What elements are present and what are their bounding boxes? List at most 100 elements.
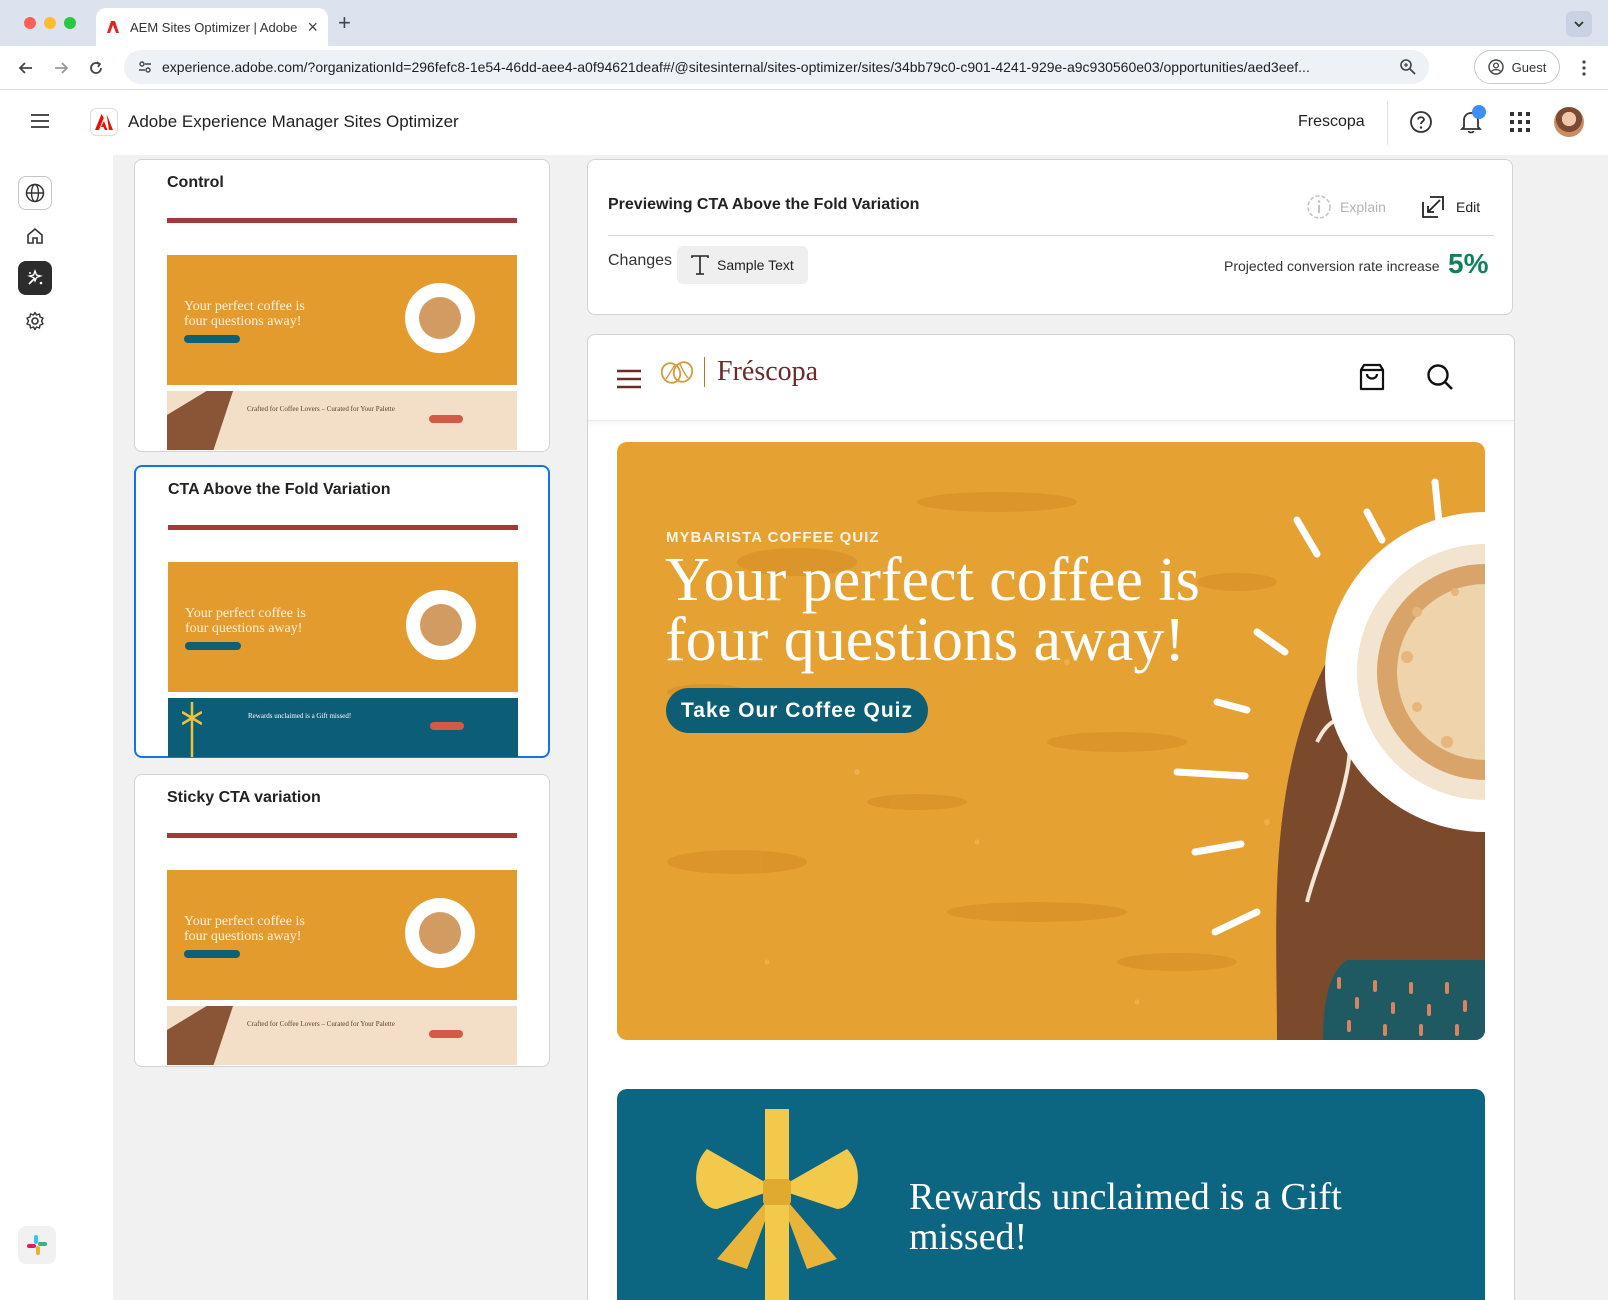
hamburger-menu-icon[interactable]	[30, 113, 50, 129]
site-settings-icon[interactable]	[136, 58, 154, 76]
globe-icon	[25, 183, 45, 203]
site-brand: Fréscopa	[704, 357, 818, 387]
cart-icon[interactable]	[1358, 362, 1386, 392]
adobe-favicon-icon	[107, 21, 119, 33]
preview-title: Previewing CTA Above the Fold Variation	[608, 196, 920, 213]
header-divider	[1387, 101, 1388, 145]
variant-card-control[interactable]: Control Your perfect coffee is four ques…	[134, 159, 550, 452]
variant-list: Control Your perfect coffee is four ques…	[113, 155, 569, 1300]
app-title: Adobe Experience Manager Sites Optimizer	[128, 112, 459, 131]
app-header: Adobe Experience Manager Sites Optimizer…	[0, 91, 1608, 155]
chevron-down-icon	[1574, 21, 1584, 28]
preview-header: Previewing CTA Above the Fold Variation …	[587, 159, 1513, 315]
url-text: experience.adobe.com/?organizationId=296…	[162, 59, 1310, 75]
close-window-button[interactable]	[24, 17, 36, 29]
changes-label: Changes	[608, 252, 673, 269]
rail-item-home[interactable]	[18, 219, 52, 253]
arrow-right-icon	[55, 62, 69, 74]
site-logo[interactable]: Fréscopa	[660, 357, 818, 387]
thumb-heading: Your perfect coffee is four questions aw…	[185, 606, 306, 636]
help-icon	[1410, 111, 1432, 133]
new-tab-button[interactable]: +	[338, 10, 351, 36]
settings-icon	[26, 311, 44, 331]
tab-title: AEM Sites Optimizer | Adobe	[130, 19, 298, 35]
thumb-heading: Your perfect coffee is four questions aw…	[184, 914, 305, 944]
arrow-left-icon	[18, 62, 32, 74]
gift-bow-icon	[182, 702, 202, 757]
slack-button[interactable]	[18, 1226, 56, 1264]
search-icon[interactable]	[1426, 362, 1454, 392]
coffee-bean-logo-icon	[660, 361, 694, 384]
home-icon	[27, 227, 43, 244]
browser-toolbar: experience.adobe.com/?organizationId=296…	[0, 46, 1608, 90]
site-preview-frame: Fréscopa MYBARISTA COFFEE QUIZ Your perf…	[587, 334, 1515, 1300]
edit-button[interactable]: Edit	[1420, 194, 1480, 220]
take-quiz-button[interactable]: Take Our Coffee Quiz	[666, 688, 928, 733]
explain-label: Explain	[1340, 199, 1386, 215]
thumb-banner-text: Crafted for Coffee Lovers – Curated for …	[247, 405, 395, 413]
projected-label: Projected conversion rate increase	[1224, 258, 1440, 274]
back-button[interactable]	[16, 58, 36, 78]
reload-icon	[90, 61, 102, 74]
guest-label: Guest	[1511, 59, 1547, 75]
slack-icon	[27, 1235, 47, 1255]
preview-header-divider	[608, 235, 1494, 236]
browser-menu-button[interactable]	[1574, 58, 1594, 78]
app-grid-icon	[1510, 112, 1530, 132]
help-button[interactable]	[1408, 109, 1434, 135]
variant-thumbnail: Your perfect coffee is four questions aw…	[167, 218, 517, 450]
profile-button[interactable]: Guest	[1474, 50, 1560, 84]
hero-title: Your perfect coffee is four questions aw…	[665, 546, 1200, 674]
main-content: Control Your perfect coffee is four ques…	[70, 155, 1608, 1300]
more-vertical-icon	[1582, 60, 1586, 76]
notification-badge	[1472, 105, 1486, 119]
variant-title: Control	[167, 174, 224, 191]
change-chip[interactable]: Sample Text	[677, 246, 808, 284]
thumb-banner-text: Rewards unclaimed is a Gift missed!	[248, 712, 352, 720]
rewards-banner: Rewards unclaimed is a Gift missed!	[617, 1089, 1485, 1300]
adobe-logo[interactable]	[90, 108, 118, 136]
rewards-title: Rewards unclaimed is a Gift missed!	[909, 1176, 1342, 1258]
zoom-window-button[interactable]	[64, 17, 76, 29]
rail-item-settings[interactable]	[18, 304, 52, 338]
adobe-logo-icon	[95, 114, 113, 130]
url-bar[interactable]: experience.adobe.com/?organizationId=296…	[124, 50, 1429, 84]
close-tab-icon[interactable]: ×	[307, 18, 318, 36]
reload-button[interactable]	[86, 58, 106, 78]
site-menu-icon[interactable]	[616, 369, 642, 389]
apps-button[interactable]	[1507, 109, 1533, 135]
rail-item-opportunities[interactable]	[18, 261, 52, 295]
user-circle-icon	[1487, 59, 1504, 75]
change-chip-label: Sample Text	[717, 257, 794, 273]
tab-search-button[interactable]	[1566, 11, 1592, 37]
variant-title: CTA Above the Fold Variation	[168, 481, 391, 498]
edit-external-icon	[1422, 196, 1444, 218]
explain-icon	[1307, 195, 1331, 219]
left-nav-rail	[0, 155, 70, 1300]
hero-eyebrow: MYBARISTA COFFEE QUIZ	[666, 529, 880, 546]
preview-panel: Previewing CTA Above the Fold Variation …	[569, 155, 1608, 1300]
edit-label: Edit	[1456, 199, 1481, 215]
projected-value: 5%	[1448, 248, 1489, 279]
variant-card-sticky-cta[interactable]: Sticky CTA variation Your perfect coffee…	[134, 774, 550, 1067]
user-avatar[interactable]	[1554, 107, 1584, 137]
zoom-icon[interactable]	[1399, 58, 1417, 76]
forward-button[interactable]	[51, 58, 71, 78]
rail-item-sites[interactable]	[18, 176, 52, 210]
variant-card-cta-above-fold[interactable]: CTA Above the Fold Variation Your perfec…	[134, 465, 550, 758]
variant-thumbnail: Your perfect coffee is four questions aw…	[167, 833, 517, 1065]
variant-thumbnail: Your perfect coffee is four questions aw…	[168, 525, 518, 757]
thumb-banner-text: Crafted for Coffee Lovers – Curated for …	[247, 1020, 395, 1028]
thumb-heading: Your perfect coffee is four questions aw…	[184, 299, 305, 329]
site-nav: Fréscopa	[588, 335, 1514, 421]
browser-tab-bar: AEM Sites Optimizer | Adobe × +	[0, 0, 1608, 46]
gift-bow-icon	[696, 1109, 858, 1300]
browser-tab[interactable]: AEM Sites Optimizer | Adobe ×	[96, 8, 328, 46]
org-switcher[interactable]: Frescopa	[1298, 113, 1365, 131]
minimize-window-button[interactable]	[44, 17, 56, 29]
variant-title: Sticky CTA variation	[167, 789, 321, 806]
hero-banner: MYBARISTA COFFEE QUIZ Your perfect coffe…	[617, 442, 1485, 1040]
opportunities-icon	[27, 269, 43, 285]
text-type-icon	[691, 255, 709, 275]
explain-button[interactable]: Explain	[1306, 194, 1386, 220]
